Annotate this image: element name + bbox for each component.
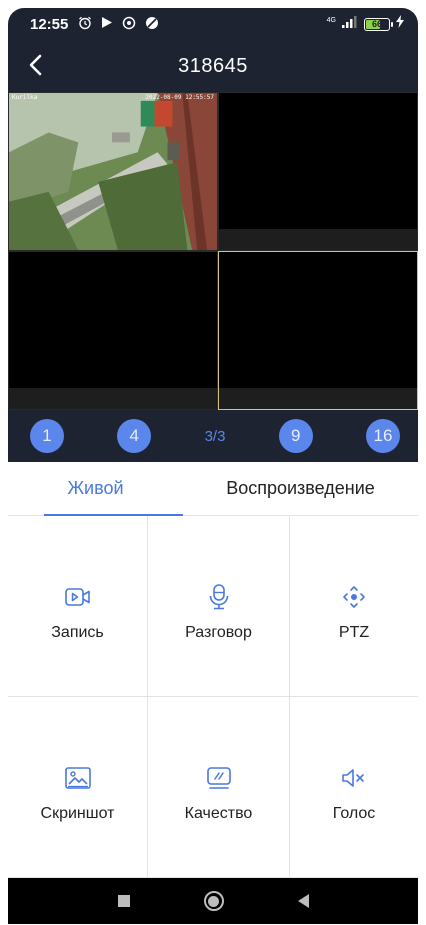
ptz-icon xyxy=(341,584,367,610)
quality-icon xyxy=(206,765,232,791)
video-cell-3[interactable] xyxy=(8,251,218,410)
tab-bar: Живой Воспроизведение xyxy=(8,462,418,516)
video-cell-4[interactable] xyxy=(218,251,418,410)
microphone-icon xyxy=(206,584,232,610)
talk-label: Разговор xyxy=(185,624,252,641)
voice-button[interactable]: Голос xyxy=(290,697,418,878)
layout-1-button[interactable]: 1 xyxy=(30,419,64,453)
alarm-icon xyxy=(78,16,92,33)
talk-button[interactable]: Разговор xyxy=(148,516,290,697)
quality-label: Качество xyxy=(184,805,253,822)
system-navigation-bar xyxy=(8,878,418,924)
screenshot-label: Скриншот xyxy=(40,805,115,822)
recent-apps-icon[interactable] xyxy=(117,895,130,907)
page-indicator: 3/3 xyxy=(204,427,226,445)
tab-live[interactable]: Живой xyxy=(8,462,183,516)
tab-playback[interactable]: Воспроизведение xyxy=(183,462,418,515)
tab-live-label: Живой xyxy=(67,478,124,498)
screenshot-button[interactable]: Скриншот xyxy=(8,697,148,878)
battery-level: 66 xyxy=(371,19,382,29)
video-record-icon xyxy=(64,584,91,610)
home-icon-dot xyxy=(208,895,219,907)
video-cell-footer xyxy=(9,388,217,409)
status-time: 12:55 xyxy=(30,15,69,33)
layout-switcher: 1 4 3/3 9 16 xyxy=(8,410,418,462)
nav-back-icon[interactable] xyxy=(297,894,309,908)
battery-icon: 66 xyxy=(364,17,393,31)
image-icon xyxy=(64,765,91,791)
charging-icon xyxy=(396,15,404,33)
record-label: Запись xyxy=(51,624,104,641)
vpn-icon xyxy=(122,16,136,33)
voice-label: Голос xyxy=(332,805,376,822)
record-button[interactable]: Запись xyxy=(8,516,148,697)
camera-name-overlay: Kurilka xyxy=(12,94,38,101)
video-cell-footer xyxy=(219,229,417,250)
page-title: 318645 xyxy=(178,54,248,77)
video-cell-1[interactable]: Kurilka 2022-08-09 12:55:57 xyxy=(8,92,218,251)
function-grid: Запись Разговор PTZ Скриншот Качество Го… xyxy=(8,516,418,878)
video-cell-footer xyxy=(219,388,417,409)
header: 318645 xyxy=(8,40,418,92)
layout-4-button[interactable]: 4 xyxy=(117,419,152,453)
quality-button[interactable]: Качество xyxy=(148,697,290,878)
layout-16-button[interactable]: 16 xyxy=(365,419,400,453)
network-type: 4G xyxy=(326,17,336,24)
camera-timestamp-overlay: 2022-08-09 12:55:57 xyxy=(145,94,214,101)
tab-playback-label: Воспроизведение xyxy=(226,478,375,498)
data-saver-icon xyxy=(145,16,159,33)
ptz-label: PTZ xyxy=(338,624,370,641)
status-bar: 12:55 4G 66 xyxy=(8,8,418,40)
video-cell-2[interactable] xyxy=(218,92,418,251)
camera-feed-image xyxy=(9,93,217,250)
speaker-muted-icon xyxy=(341,765,367,791)
status-icons-right: 4G 66 xyxy=(327,15,404,33)
video-grid: Kurilka 2022-08-09 12:55:57 xyxy=(8,92,418,410)
home-icon[interactable] xyxy=(203,891,224,911)
signal-icon xyxy=(342,15,358,33)
layout-9-button[interactable]: 9 xyxy=(278,419,313,453)
ptz-button[interactable]: PTZ xyxy=(290,516,418,697)
status-icons xyxy=(78,16,159,33)
play-store-icon xyxy=(101,16,113,32)
back-arrow-icon[interactable] xyxy=(20,50,50,80)
